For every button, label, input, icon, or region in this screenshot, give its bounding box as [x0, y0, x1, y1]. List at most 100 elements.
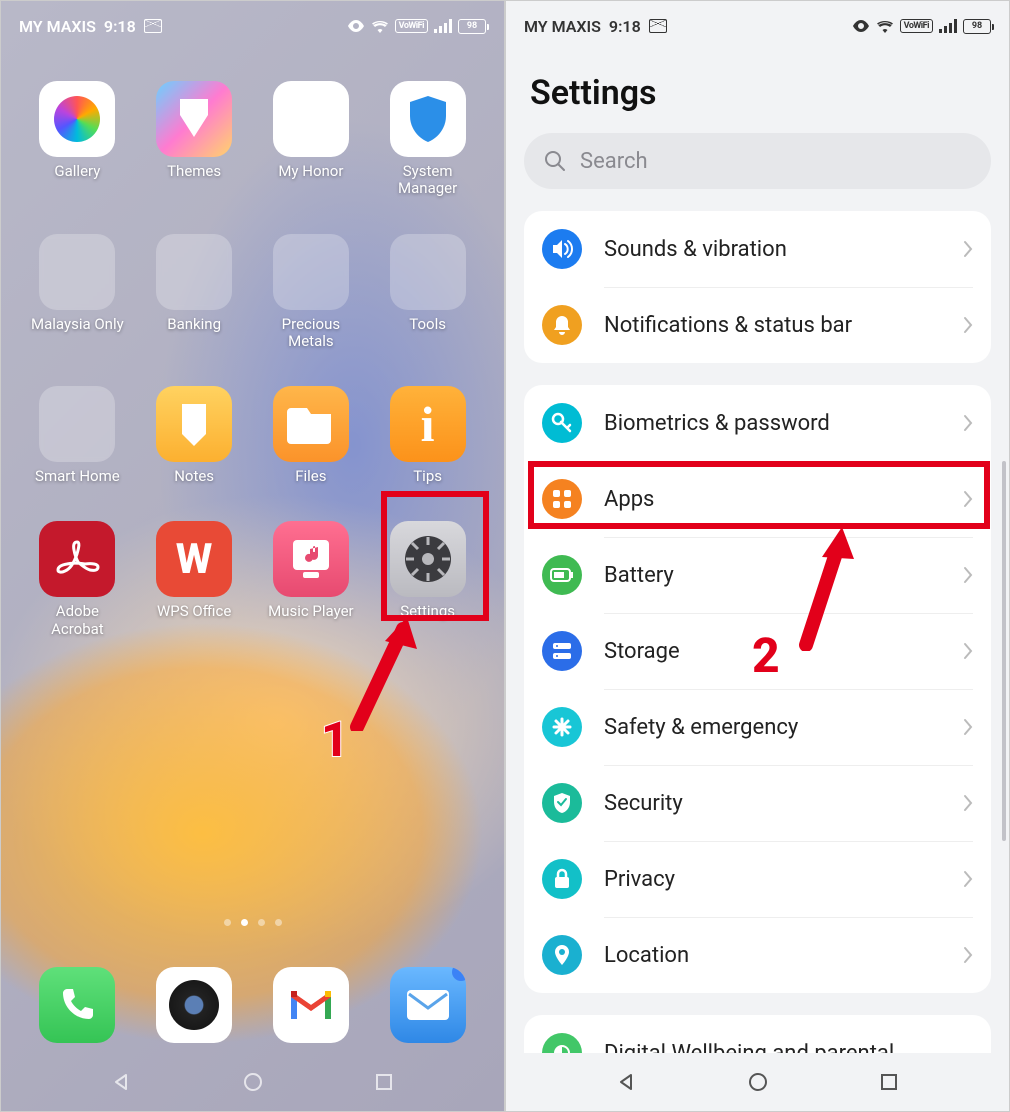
folder-smart-home[interactable]: Smart Home — [28, 386, 127, 485]
nav-recent[interactable] — [878, 1071, 900, 1093]
row-location[interactable]: Location — [524, 917, 991, 993]
shield-icon — [390, 81, 466, 157]
chevron-right-icon — [963, 870, 973, 888]
status-bar: MY MAXIS 9:18 VoWiFi 98 — [1, 1, 504, 51]
acrobat-icon — [39, 521, 115, 597]
pin-icon — [542, 935, 582, 975]
clock: 9:18 — [609, 17, 641, 36]
eye-icon — [852, 20, 870, 32]
nav-home[interactable] — [747, 1071, 769, 1093]
search-input[interactable]: Search — [524, 133, 991, 189]
app-themes[interactable]: Themes — [145, 81, 244, 198]
asterisk-icon — [542, 707, 582, 747]
wellbeing-icon — [542, 1033, 582, 1053]
row-sounds-vibration[interactable]: Sounds & vibration — [524, 211, 991, 287]
nav-recent[interactable] — [373, 1071, 395, 1093]
bell-icon — [542, 305, 582, 345]
folder-icon — [39, 386, 115, 462]
nav-bar — [506, 1053, 1009, 1111]
message-icon — [649, 19, 667, 33]
folder-icon — [390, 234, 466, 310]
signal-icon — [939, 19, 957, 33]
app-tips[interactable]: i Tips — [378, 386, 477, 485]
info-icon: i — [390, 386, 466, 462]
home-screen: MY MAXIS 9:18 VoWiFi 98 Gallery Themes — [0, 0, 505, 1112]
annotation-arrow-2 — [788, 521, 858, 651]
row-digital-wellbeing[interactable]: Digital Wellbeing and parental — [524, 1015, 991, 1053]
signal-icon — [434, 19, 452, 33]
app-myhonor[interactable]: My Honor — [262, 81, 361, 198]
row-privacy[interactable]: Privacy — [524, 841, 991, 917]
page-title: Settings — [530, 73, 985, 113]
chevron-right-icon — [963, 316, 973, 334]
nav-home[interactable] — [242, 1071, 264, 1093]
chevron-right-icon — [963, 718, 973, 736]
folder-tools[interactable]: Tools — [378, 234, 477, 351]
status-bar: MY MAXIS 9:18 VoWiFi 98 — [506, 1, 1009, 51]
clock: 9:18 — [104, 17, 136, 36]
row-notifications-status-bar[interactable]: Notifications & status bar — [524, 287, 991, 363]
gmail-icon — [273, 967, 349, 1043]
lock-icon — [542, 859, 582, 899]
chevron-right-icon — [963, 566, 973, 584]
myhonor-folder-icon — [273, 81, 349, 157]
annotation-box-2 — [528, 461, 990, 529]
shield-check-icon — [542, 783, 582, 823]
gallery-icon — [39, 81, 115, 157]
folder-icon — [273, 234, 349, 310]
annotation-number-2: 2 — [752, 627, 780, 684]
carrier-label: MY MAXIS — [19, 17, 96, 36]
folder-file-icon — [273, 386, 349, 462]
app-camera[interactable] — [145, 967, 244, 1043]
nav-back[interactable] — [110, 1071, 132, 1093]
chevron-right-icon — [963, 642, 973, 660]
folder-icon — [39, 234, 115, 310]
row-battery[interactable]: Battery — [524, 537, 991, 613]
storage-icon — [542, 631, 582, 671]
page-indicator — [1, 919, 504, 926]
volume-icon — [542, 229, 582, 269]
camera-icon — [156, 967, 232, 1043]
folder-malaysia-only[interactable]: Malaysia Only — [28, 234, 127, 351]
annotation-number-1: 1 — [321, 711, 349, 768]
chevron-right-icon — [963, 240, 973, 258]
scroll-indicator[interactable] — [1002, 461, 1006, 841]
folder-precious-metals[interactable]: Precious Metals — [262, 234, 361, 351]
app-wps-office[interactable]: W WPS Office — [145, 521, 244, 638]
row-biometrics-password[interactable]: Biometrics & password — [524, 385, 991, 461]
folder-icon — [156, 234, 232, 310]
app-adobe-acrobat[interactable]: Adobe Acrobat — [28, 521, 127, 638]
music-icon — [273, 521, 349, 597]
search-icon — [544, 150, 566, 172]
vowifi-badge: VoWiFi — [900, 19, 933, 33]
annotation-arrow-1 — [337, 609, 427, 731]
nav-back[interactable] — [615, 1071, 637, 1093]
app-gallery[interactable]: Gallery — [28, 81, 127, 198]
app-mail[interactable] — [378, 967, 477, 1043]
nav-bar — [1, 1053, 504, 1111]
row-safety-emergency[interactable]: Safety & emergency — [524, 689, 991, 765]
carrier-label: MY MAXIS — [524, 17, 601, 36]
settings-screen: MY MAXIS 9:18 VoWiFi 98 Settings Search … — [505, 0, 1010, 1112]
app-system-manager[interactable]: System Manager — [378, 81, 477, 198]
settings-group: Sounds & vibration Notifications & statu… — [524, 211, 991, 363]
themes-icon — [156, 81, 232, 157]
dock — [1, 967, 504, 1043]
phone-icon — [39, 967, 115, 1043]
eye-icon — [347, 20, 365, 32]
chevron-right-icon — [963, 946, 973, 964]
folder-banking[interactable]: Banking — [145, 234, 244, 351]
app-gmail[interactable] — [262, 967, 361, 1043]
vowifi-badge: VoWiFi — [395, 19, 428, 33]
app-files[interactable]: Files — [262, 386, 361, 485]
battery-icon: 98 — [458, 19, 486, 34]
pencil-icon — [156, 386, 232, 462]
settings-group: Digital Wellbeing and parental — [524, 1015, 991, 1053]
wifi-icon — [876, 19, 894, 33]
app-phone[interactable] — [28, 967, 127, 1043]
key-icon — [542, 403, 582, 443]
wifi-icon — [371, 19, 389, 33]
app-notes[interactable]: Notes — [145, 386, 244, 485]
row-security[interactable]: Security — [524, 765, 991, 841]
chevron-right-icon — [963, 414, 973, 432]
